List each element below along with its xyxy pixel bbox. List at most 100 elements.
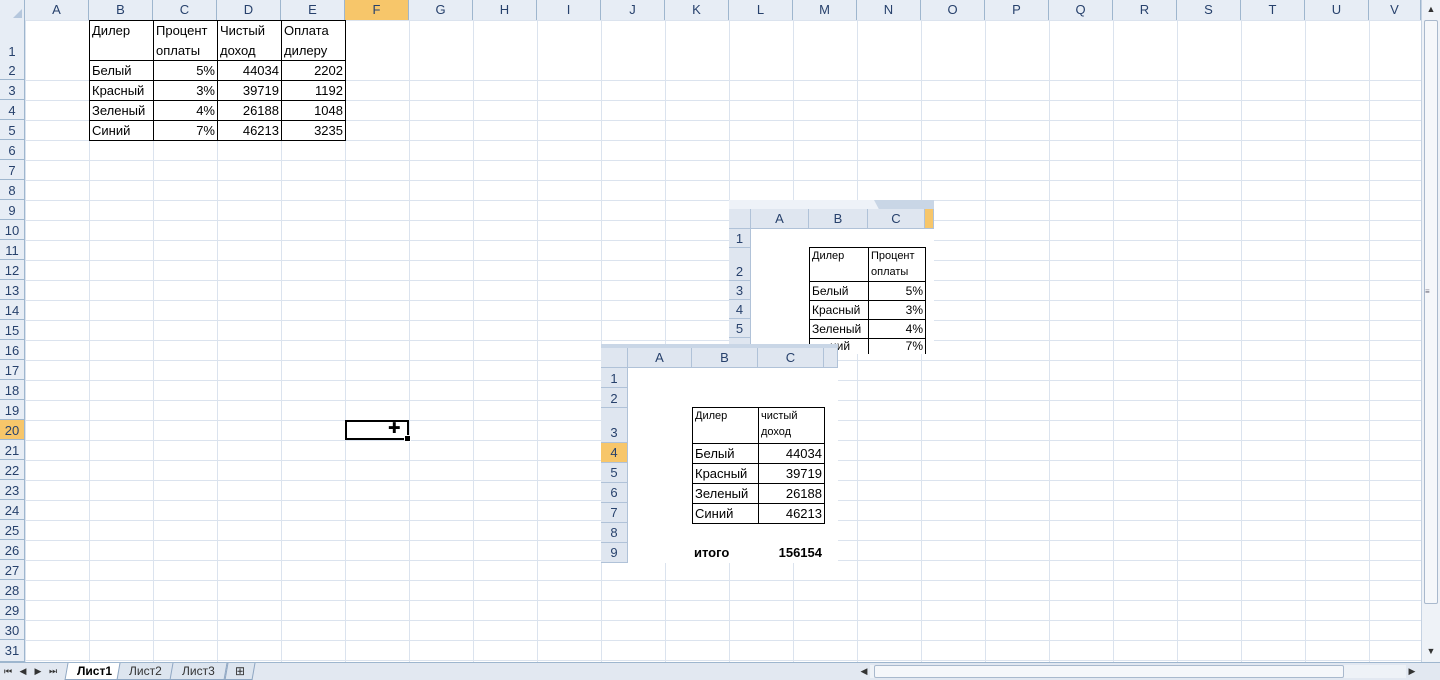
cell-income[interactable]: 26188	[217, 100, 282, 121]
cell-income[interactable]: 44034	[217, 60, 282, 81]
column-header-f[interactable]: F	[345, 0, 409, 20]
cell-percent[interactable]: 5%	[153, 60, 218, 81]
column-header-r[interactable]: R	[1113, 0, 1177, 20]
row-header-2[interactable]: 2	[0, 60, 25, 80]
picture-cell: Красный	[809, 300, 869, 320]
cell-income[interactable]: 46213	[217, 120, 282, 141]
row-header-17[interactable]: 17	[0, 360, 25, 380]
column-header-g[interactable]: G	[409, 0, 473, 20]
row-header-4[interactable]: 4	[0, 100, 25, 120]
header-dealer-payment[interactable]: Оплата дилеру	[281, 20, 346, 61]
cell-dealer[interactable]: Белый	[89, 60, 154, 81]
sheet-tab-2[interactable]: Лист2	[116, 663, 175, 680]
column-header-d[interactable]: D	[217, 0, 281, 20]
header-percent[interactable]: Процент оплаты	[153, 20, 218, 61]
select-all-corner[interactable]	[0, 0, 25, 20]
row-header-27[interactable]: 27	[0, 560, 25, 580]
row-header-30[interactable]: 30	[0, 620, 25, 640]
column-header-u[interactable]: U	[1305, 0, 1369, 20]
row-header-19[interactable]: 19	[0, 400, 25, 420]
column-header-m[interactable]: M	[793, 0, 857, 20]
cell-payment[interactable]: 3235	[281, 120, 346, 141]
column-header-a[interactable]: A	[25, 0, 89, 20]
column-header-i[interactable]: I	[537, 0, 601, 20]
header-income[interactable]: Чистый доход	[217, 20, 282, 61]
row-header-28[interactable]: 28	[0, 580, 25, 600]
scroll-down-icon[interactable]: ▼	[1424, 644, 1438, 658]
cell-percent[interactable]: 4%	[153, 100, 218, 121]
column-header-v[interactable]: V	[1369, 0, 1421, 20]
vertical-scrollbar[interactable]: ▲ ≡ ▼	[1421, 0, 1440, 662]
cell-income[interactable]: 39719	[217, 80, 282, 101]
first-sheet-icon[interactable]: ⏮	[2, 663, 14, 680]
row-header-25[interactable]: 25	[0, 520, 25, 540]
row-header-18[interactable]: 18	[0, 380, 25, 400]
cell-payment[interactable]: 1192	[281, 80, 346, 101]
picture-col-header	[824, 348, 838, 368]
scroll-left-icon[interactable]: ◀	[858, 663, 870, 680]
row-header-22[interactable]: 22	[0, 460, 25, 480]
row-header-14[interactable]: 14	[0, 300, 25, 320]
row-header-11[interactable]: 11	[0, 240, 25, 260]
embedded-picture-2[interactable]: A B C 1 2 3 4 5 6 7 8 9 Дилер чистый дохо…	[601, 344, 838, 563]
cell-percent[interactable]: 7%	[153, 120, 218, 141]
row-header-1[interactable]: 1	[0, 20, 25, 61]
picture-col-header: B	[809, 209, 868, 229]
prev-sheet-icon[interactable]: ◀	[17, 663, 29, 680]
insert-sheet-button[interactable]: ⊞	[224, 663, 256, 680]
column-header-h[interactable]: H	[473, 0, 537, 20]
row-header-31[interactable]: 31	[0, 640, 25, 662]
row-header-16[interactable]: 16	[0, 340, 25, 360]
picture-col-header-selected	[925, 209, 934, 229]
picture-cell: Синий	[692, 503, 759, 524]
column-header-o[interactable]: O	[921, 0, 985, 20]
cell-dealer[interactable]: Синий	[89, 120, 154, 141]
row-header-6[interactable]: 6	[0, 140, 25, 160]
column-header-n[interactable]: N	[857, 0, 921, 20]
cell-percent[interactable]: 3%	[153, 80, 218, 101]
scroll-up-icon[interactable]: ▲	[1424, 2, 1438, 16]
row-header-7[interactable]: 7	[0, 160, 25, 180]
column-header-e[interactable]: E	[281, 0, 345, 20]
row-header-26[interactable]: 26	[0, 540, 25, 560]
sheet-tab-3[interactable]: Лист3	[169, 663, 228, 680]
column-header-p[interactable]: P	[985, 0, 1049, 20]
cell-dealer[interactable]: Зеленый	[89, 100, 154, 121]
last-sheet-icon[interactable]: ⏭	[47, 663, 59, 680]
row-header-13[interactable]: 13	[0, 280, 25, 300]
column-header-s[interactable]: S	[1177, 0, 1241, 20]
cell-dealer[interactable]: Красный	[89, 80, 154, 101]
row-header-3[interactable]: 3	[0, 80, 25, 100]
row-header-5[interactable]: 5	[0, 120, 25, 140]
column-header-j[interactable]: J	[601, 0, 665, 20]
vertical-scroll-thumb[interactable]	[1424, 20, 1438, 604]
row-header-24[interactable]: 24	[0, 500, 25, 520]
sheet-tab-1[interactable]: Лист1	[64, 663, 125, 680]
column-header-c[interactable]: C	[153, 0, 217, 20]
row-header-9[interactable]: 9	[0, 200, 25, 220]
row-header-20[interactable]: 20	[0, 420, 25, 440]
next-sheet-icon[interactable]: ▶	[32, 663, 44, 680]
gridline	[1241, 40, 1242, 61]
row-header-21[interactable]: 21	[0, 440, 25, 460]
column-header-k[interactable]: K	[665, 0, 729, 20]
row-header-29[interactable]: 29	[0, 600, 25, 620]
header-dealer[interactable]: Дилер	[89, 20, 154, 61]
horizontal-scroll-thumb[interactable]	[874, 665, 1344, 678]
picture-cell: 44034	[758, 443, 825, 464]
cell-payment[interactable]: 2202	[281, 60, 346, 81]
column-header-l[interactable]: L	[729, 0, 793, 20]
row-header-10[interactable]: 10	[0, 220, 25, 240]
horizontal-scrollbar[interactable]: ◀ ▶	[858, 663, 1418, 680]
embedded-picture-1[interactable]: A B C 1 2 3 4 5 Дилер Процент оплаты Белы…	[729, 200, 934, 354]
fill-handle[interactable]	[404, 435, 411, 442]
cell-payment[interactable]: 1048	[281, 100, 346, 121]
column-header-b[interactable]: B	[89, 0, 153, 20]
row-header-15[interactable]: 15	[0, 320, 25, 340]
row-header-8[interactable]: 8	[0, 180, 25, 200]
column-header-t[interactable]: T	[1241, 0, 1305, 20]
column-header-q[interactable]: Q	[1049, 0, 1113, 20]
row-header-12[interactable]: 12	[0, 260, 25, 280]
scroll-right-icon[interactable]: ▶	[1406, 663, 1418, 680]
row-header-23[interactable]: 23	[0, 480, 25, 500]
